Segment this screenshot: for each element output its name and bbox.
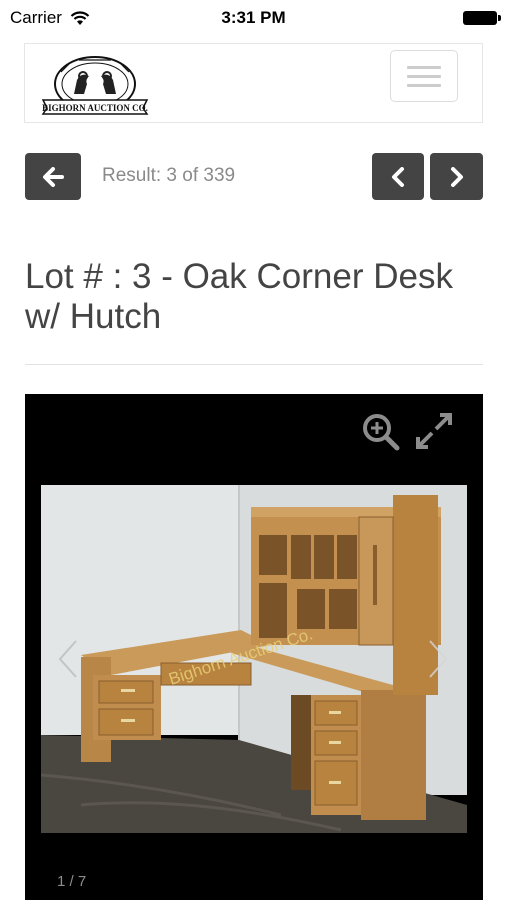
menu-toggle-button[interactable] [390,50,458,102]
status-bar: Carrier 3:31 PM [0,0,507,36]
lot-photo[interactable]: Bighorn Auction Co. [41,485,467,833]
carrier-label: Carrier [10,8,62,27]
site-header: BIGHORN AUCTION CO. [24,43,483,123]
status-right [463,11,507,25]
lot-title: Lot # : 3 - Oak Corner Desk w/ Hutch [25,257,453,336]
hamburger-icon-bar [407,74,441,78]
chevron-left-icon [392,166,404,187]
back-button[interactable] [25,153,81,200]
status-left: Carrier [0,8,90,28]
hamburger-icon-bar [407,83,441,87]
hamburger-icon-bar [407,65,441,69]
zoom-in-icon[interactable] [361,412,401,452]
wifi-icon [70,10,90,25]
gallery-counter: 1 / 7 [57,873,87,890]
arrow-left-icon [43,166,64,187]
next-result-button[interactable] [430,153,483,200]
previous-result-button[interactable] [372,153,424,200]
bighorn-auction-logo[interactable]: BIGHORN AUCTION CO. [39,50,153,118]
battery-icon [463,11,501,25]
gallery-next-arrow-icon[interactable] [426,639,450,679]
chevron-right-icon [450,166,463,187]
expand-icon[interactable] [414,411,454,451]
result-counter: Result: 3 of 339 [102,165,236,186]
image-gallery[interactable]: Bighorn Auction Co. 1 / 7 [25,394,483,900]
logo-text: BIGHORN AUCTION CO. [42,103,148,113]
title-divider [25,364,483,365]
gallery-prev-arrow-icon[interactable] [56,639,80,679]
